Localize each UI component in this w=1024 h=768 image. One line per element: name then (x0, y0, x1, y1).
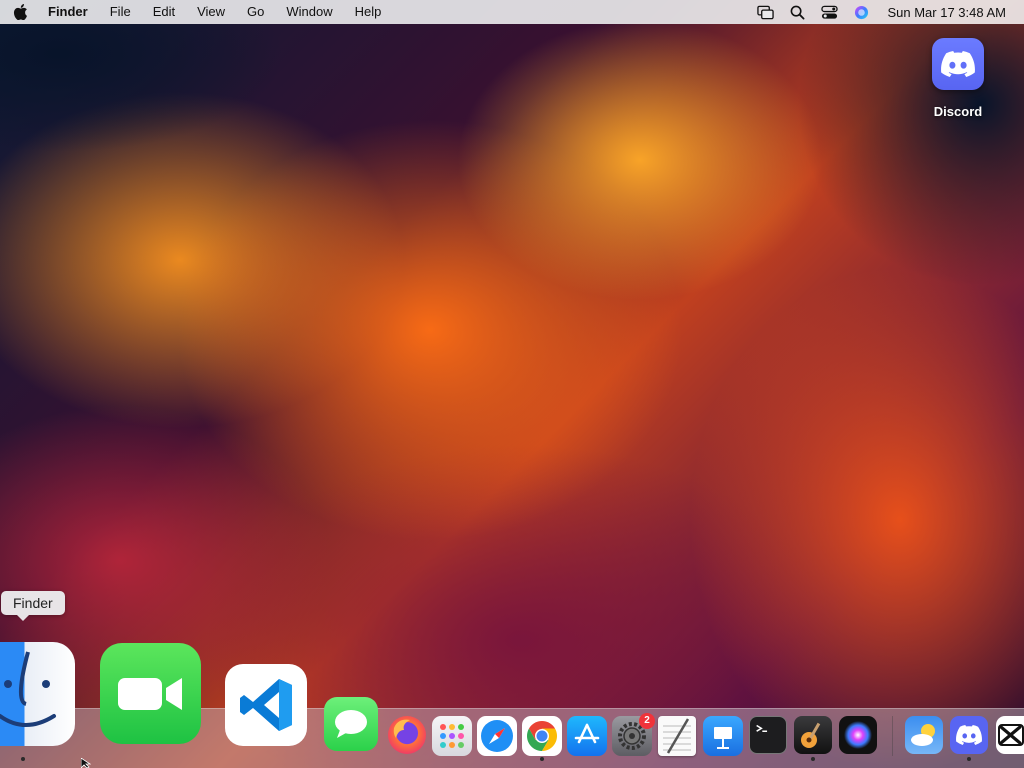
dock-item-chrome[interactable] (522, 716, 562, 756)
dock-item-siri[interactable] (839, 716, 877, 754)
mouse-cursor-icon (81, 758, 91, 768)
discord-icon (932, 38, 984, 90)
dock-item-firefox[interactable] (388, 716, 426, 754)
wallpaper-shadow-top-left (0, 24, 300, 164)
finder-icon (0, 651, 56, 727)
dock-item-capcut[interactable] (996, 716, 1024, 754)
dock-tooltip: Finder (1, 591, 65, 621)
dock-item-finder[interactable] (0, 642, 75, 746)
menu-go[interactable]: Go (236, 0, 275, 24)
launchpad-icon (440, 724, 464, 748)
menu-file[interactable]: File (99, 0, 142, 24)
dock-item-facetime[interactable] (100, 643, 201, 744)
menu-view[interactable]: View (186, 0, 236, 24)
dock-item-launchpad[interactable] (432, 716, 472, 756)
menu-app-name[interactable]: Finder (40, 0, 99, 24)
menu-edit[interactable]: Edit (142, 0, 186, 24)
safari-icon (481, 720, 513, 752)
dock-running-indicator (811, 757, 815, 761)
facetime-icon (117, 677, 182, 710)
capcut-icon (998, 724, 1024, 746)
status-area: Sun Mar 17 3:48 AM (749, 0, 1024, 24)
terminal-icon (756, 724, 768, 732)
menu-bar-clock[interactable]: Sun Mar 17 3:48 AM (877, 5, 1024, 20)
dock-item-keynote[interactable] (703, 716, 743, 756)
messages-icon (335, 710, 367, 738)
dock-item-garageband[interactable] (794, 716, 832, 754)
siri-orb-icon (844, 721, 872, 749)
dock-item-vscode[interactable] (225, 664, 307, 746)
dock-item-textedit[interactable] (658, 716, 696, 756)
spotlight-search-icon[interactable] (781, 0, 813, 24)
weather-icon (911, 724, 935, 746)
app-store-icon (574, 723, 600, 744)
menu-window[interactable]: Window (275, 0, 343, 24)
dock-running-indicator (21, 757, 25, 761)
desktop-icon-discord[interactable]: Discord (922, 38, 994, 119)
dock-running-indicator (967, 757, 971, 761)
notification-badge: 2 (639, 713, 655, 729)
guitar-icon (801, 722, 821, 748)
menu-help[interactable]: Help (344, 0, 393, 24)
dock-item-weather[interactable] (905, 716, 943, 754)
discord-icon (956, 725, 982, 745)
dock-item-safari[interactable] (477, 716, 517, 756)
dock-running-indicator (540, 757, 544, 761)
dock-separator (892, 716, 893, 756)
control-center-icon[interactable] (813, 0, 845, 24)
chrome-icon (526, 721, 558, 751)
firefox-icon (393, 719, 410, 738)
vscode-icon (240, 679, 292, 731)
dock-item-terminal[interactable] (749, 716, 787, 754)
dock-item-discord[interactable] (950, 716, 988, 754)
siri-icon[interactable] (845, 0, 877, 24)
dock-item-app-store[interactable] (567, 716, 607, 756)
apple-menu-icon[interactable] (0, 4, 40, 20)
menu-bar: Finder File Edit View Go Window Help Sun… (0, 0, 1024, 24)
keynote-icon (714, 727, 732, 749)
screen-mirroring-icon[interactable] (749, 0, 781, 24)
desktop-icon-label: Discord (933, 104, 983, 119)
textedit-icon (663, 718, 691, 754)
dock-item-messages[interactable] (324, 697, 378, 751)
